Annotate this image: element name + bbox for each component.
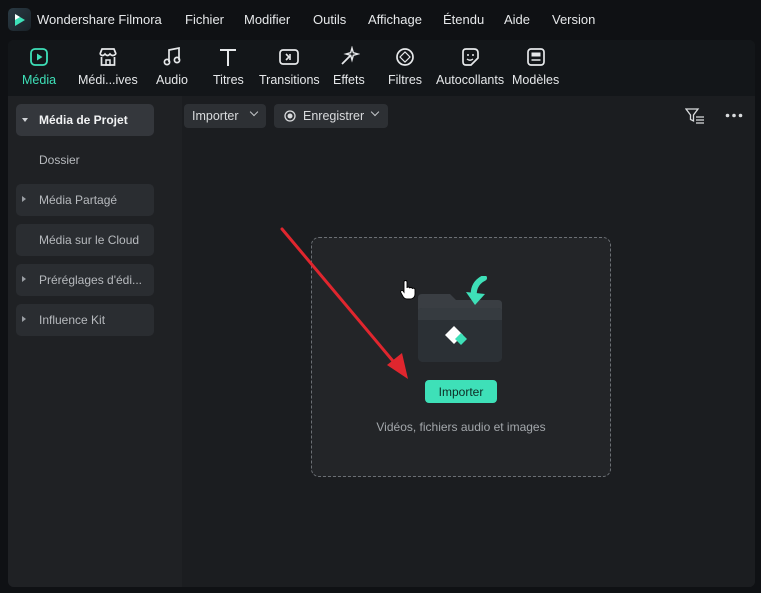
media-toolbar: Média Médi...ives Audio Titres Transitio…: [8, 40, 755, 96]
app-title: Wondershare Filmora: [37, 12, 162, 27]
chevron-right-icon: [22, 196, 26, 202]
text-icon: [220, 49, 237, 66]
sidebar-item-label: Dossier: [39, 153, 80, 167]
sticker-icon: [462, 48, 479, 66]
tab-effects-label: Effets: [333, 73, 365, 87]
tab-stickers-label: Autocollants: [436, 73, 505, 87]
tab-filters[interactable]: Filtres: [388, 46, 422, 92]
tab-templates-label: Modèles: [512, 73, 560, 87]
folder-import-icon: [418, 276, 502, 362]
record-icon: [284, 110, 296, 122]
chevron-down-icon: [370, 107, 380, 117]
menu-affichage[interactable]: Affichage: [368, 12, 422, 27]
sidebar-item-influence-kit[interactable]: Influence Kit: [16, 304, 154, 336]
annotation-arrow: [280, 227, 408, 379]
music-note-icon: [163, 46, 181, 66]
chevron-right-icon: [22, 316, 26, 322]
effects-icon: [341, 46, 360, 65]
sidebar-item-shared-media[interactable]: Média Partagé: [16, 184, 154, 216]
sidebar-item-label: Média de Projet: [39, 113, 128, 127]
tab-stickers[interactable]: Autocollants: [436, 46, 504, 92]
transition-icon: [279, 49, 300, 65]
sidebar-item-cloud-media[interactable]: Média sur le Cloud: [16, 224, 154, 256]
tab-audio[interactable]: Audio: [156, 46, 188, 92]
tab-transitions-label: Transitions: [259, 73, 320, 87]
menu-etendu[interactable]: Étendu: [443, 12, 484, 27]
menu-modifier[interactable]: Modifier: [244, 12, 290, 27]
record-dropdown[interactable]: Enregistrer: [274, 104, 388, 128]
record-dropdown-label: Enregistrer: [303, 109, 365, 123]
import-button[interactable]: Importer: [425, 380, 497, 403]
import-dropdown[interactable]: Importer: [184, 104, 266, 128]
title-bar: Wondershare Filmora Fichier Modifier Out…: [0, 0, 761, 40]
chevron-right-icon: [22, 276, 26, 282]
filmora-logo-icon: [8, 8, 31, 31]
menu-aide[interactable]: Aide: [504, 12, 530, 27]
tab-media[interactable]: Média: [22, 46, 56, 92]
sidebar-item-project-media[interactable]: Média de Projet: [16, 104, 154, 136]
tab-titles[interactable]: Titres: [213, 46, 244, 92]
store-icon: [99, 48, 117, 66]
tab-titles-label: Titres: [213, 73, 244, 87]
tab-transitions[interactable]: Transitions: [259, 46, 320, 92]
filter-icon: [396, 48, 414, 66]
sidebar-item-label: Média Partagé: [39, 193, 118, 207]
menu-outils[interactable]: Outils: [313, 12, 346, 27]
tab-templates[interactable]: Modèles: [512, 46, 559, 92]
sidebar: Média de Projet Dossier Média Partagé Mé…: [8, 96, 174, 587]
chevron-down-icon: [22, 118, 28, 122]
tab-stock-media-label: Médi...ives: [78, 73, 138, 87]
filter-list-icon[interactable]: [685, 107, 705, 125]
sidebar-item-label: Média sur le Cloud: [39, 233, 140, 247]
sidebar-item-folder[interactable]: Dossier: [16, 144, 154, 176]
tab-effects[interactable]: Effets: [333, 46, 365, 92]
media-library-panel: Importer Enregistrer Importer Vidéos, fi…: [182, 96, 755, 587]
sidebar-item-label: Préréglages d'édi...: [39, 273, 143, 287]
menu-version[interactable]: Version: [552, 12, 595, 27]
sidebar-item-label: Influence Kit: [39, 313, 106, 327]
more-horizontal-icon[interactable]: [725, 113, 743, 118]
tab-media-label: Média: [22, 73, 57, 87]
dropzone-hint: Vidéos, fichiers audio et images: [376, 420, 546, 434]
tab-filters-label: Filtres: [388, 73, 423, 87]
template-icon: [526, 48, 545, 66]
menu-fichier[interactable]: Fichier: [185, 12, 224, 27]
media-icon: [30, 48, 48, 66]
import-dropdown-label: Importer: [192, 109, 239, 123]
tab-audio-label: Audio: [156, 73, 188, 87]
chevron-down-icon: [249, 107, 259, 117]
sidebar-item-edit-presets[interactable]: Préréglages d'édi...: [16, 264, 154, 296]
tab-stock-media[interactable]: Médi...ives: [78, 46, 138, 92]
